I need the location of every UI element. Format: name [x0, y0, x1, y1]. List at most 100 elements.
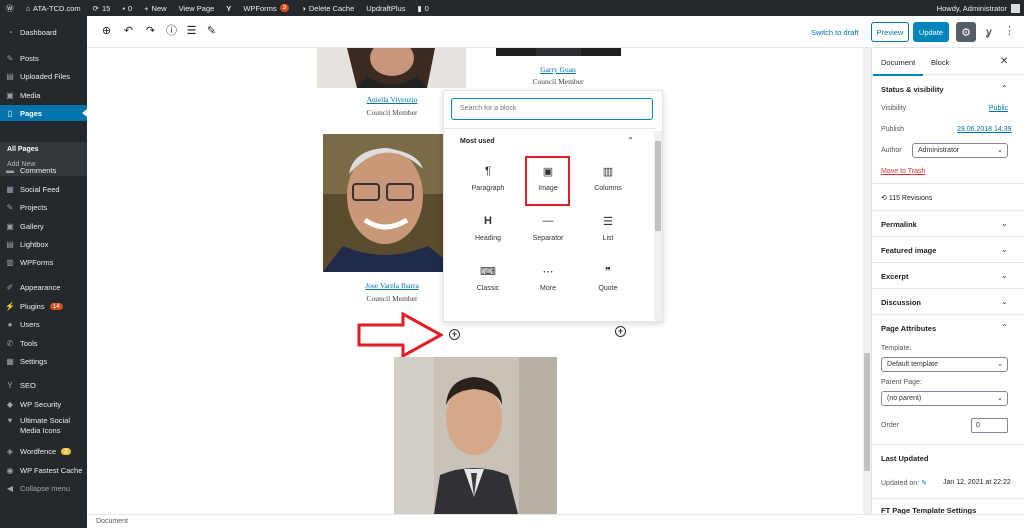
- permalink-heading[interactable]: Permalink: [881, 220, 917, 229]
- chevron-down-icon[interactable]: ⌄: [1001, 271, 1008, 280]
- info-icon[interactable]: ⓘ: [165, 25, 178, 38]
- block-separator[interactable]: — Separator: [518, 211, 578, 255]
- gallery-icon: ▣: [6, 221, 14, 231]
- menu-item-social-feed[interactable]: ▦ Social Feed: [0, 181, 87, 197]
- inserter-scrollbar[interactable]: [654, 131, 662, 321]
- updates-link[interactable]: ⟳ 15: [87, 0, 117, 16]
- view-page-link[interactable]: View Page: [173, 0, 221, 16]
- photo-new-member[interactable]: [394, 357, 557, 514]
- person-name-aniella[interactable]: Aniella Vivenzio: [347, 95, 437, 104]
- menu-item-seo[interactable]: Y SEO: [0, 377, 87, 393]
- menu-item-plugins[interactable]: ⚡ Plugins 14: [0, 298, 87, 314]
- switch-to-draft-button[interactable]: Switch to draft: [811, 28, 859, 37]
- revisions-link[interactable]: ⟲ 115 Revisions: [881, 194, 932, 202]
- menu-item-users[interactable]: ● Users: [0, 316, 87, 332]
- block-more[interactable]: ⋯ More: [518, 261, 578, 305]
- block-heading[interactable]: H Heading: [458, 211, 518, 255]
- menu-item-tools[interactable]: ✆ Tools: [0, 335, 87, 351]
- delete-cache-link[interactable]: ◑ Delete Cache: [295, 0, 360, 16]
- menu-item-ultimate-social[interactable]: ♥ Ultimate Social Media Icons: [0, 416, 87, 440]
- menu-item-wordfence[interactable]: ◈ Wordfence 2: [0, 443, 87, 459]
- block-paragraph[interactable]: ¶ Paragraph: [458, 161, 518, 205]
- more-options-button[interactable]: ⋮: [1004, 24, 1015, 40]
- block-search-input[interactable]: Search for a block: [451, 98, 653, 120]
- page-attributes-heading[interactable]: Page Attributes: [881, 324, 936, 333]
- photo-aniella[interactable]: [317, 48, 466, 88]
- menu-item-wpforms[interactable]: ▥ WPForms: [0, 254, 87, 270]
- block-quote[interactable]: ❞ Quote: [578, 261, 638, 305]
- featured-image-heading[interactable]: Featured image: [881, 246, 936, 255]
- chevron-down-icon[interactable]: ⌄: [1001, 219, 1008, 228]
- breadcrumb-document[interactable]: Document: [96, 518, 128, 525]
- template-select[interactable]: Default template ⌄: [881, 357, 1008, 372]
- account-menu[interactable]: Howdy, Administrator: [937, 0, 1020, 16]
- ft-page-template-heading[interactable]: FT Page Template Settings: [881, 506, 976, 514]
- menu-item-wp-security[interactable]: ◆ WP Security: [0, 396, 87, 412]
- add-block-icon[interactable]: ⊕: [100, 25, 113, 38]
- inserter-scroll-thumb[interactable]: [655, 141, 661, 231]
- wordpress-logo-button[interactable]: Ⓦ: [0, 0, 20, 16]
- menu-item-dashboard[interactable]: ◔ Dashboard: [0, 24, 87, 40]
- most-used-heading: Most used: [460, 138, 495, 145]
- canvas-scroll-thumb[interactable]: [864, 353, 870, 471]
- block-classic[interactable]: ⌨ Classic: [458, 261, 518, 305]
- close-icon[interactable]: ✕: [1000, 56, 1008, 67]
- menu-item-posts[interactable]: ✎ Posts: [0, 50, 87, 66]
- add-block-inline-button-right[interactable]: +: [615, 326, 626, 337]
- menu-item-media[interactable]: ▣ Media: [0, 87, 87, 103]
- order-input[interactable]: 0: [971, 418, 1008, 433]
- edit-pencil-icon[interactable]: ✎: [205, 25, 218, 38]
- menu-item-projects[interactable]: ✎ Projects: [0, 199, 87, 215]
- publish-date-link[interactable]: 29.06.2018 14:39: [957, 126, 1012, 133]
- person-name-garry[interactable]: Garry Guan: [522, 65, 594, 74]
- updraftplus-link[interactable]: UpdraftPlus: [360, 0, 411, 16]
- chevron-down-icon[interactable]: ⌄: [1001, 297, 1008, 306]
- tab-block[interactable]: Block: [931, 58, 949, 67]
- comments-icon: ▬: [6, 165, 14, 175]
- photo-garry[interactable]: [496, 48, 621, 56]
- chevron-up-icon[interactable]: ⌃: [1001, 323, 1008, 332]
- menu-item-lightbox[interactable]: ▤ Lightbox: [0, 236, 87, 252]
- notifications-link[interactable]: ▮ 0: [411, 0, 434, 16]
- last-updated-heading[interactable]: Last Updated: [881, 454, 929, 463]
- preview-button[interactable]: Preview: [871, 22, 909, 42]
- block-list[interactable]: ☰ List: [578, 211, 638, 255]
- yoast-link[interactable]: Y: [220, 0, 237, 16]
- outline-icon[interactable]: ☰: [185, 25, 198, 38]
- chevron-down-icon[interactable]: ⌄: [1001, 245, 1008, 254]
- menu-item-wp-fastest-cache[interactable]: ◉ WP Fastest Cache: [0, 462, 87, 478]
- move-to-trash-link[interactable]: Move to Trash: [881, 168, 925, 175]
- add-block-inline-button[interactable]: +: [449, 329, 460, 340]
- collapse-menu-button[interactable]: ◀ Collapse menu: [0, 480, 87, 496]
- parent-page-select[interactable]: (no parent) ⌄: [881, 391, 1008, 406]
- chevron-up-icon[interactable]: ⌃: [1001, 84, 1008, 93]
- person-name-jose[interactable]: Jose Varela Ibarra: [349, 281, 435, 290]
- status-visibility-heading[interactable]: Status & visibility: [881, 85, 944, 94]
- excerpt-heading[interactable]: Excerpt: [881, 272, 909, 281]
- edit-pencil-icon[interactable]: ✎: [921, 480, 927, 487]
- menu-item-comments[interactable]: ▬ Comments: [0, 162, 87, 178]
- submenu-all-pages[interactable]: All Pages: [7, 146, 39, 153]
- settings-gear-button[interactable]: ⚙: [956, 22, 976, 42]
- visibility-value-link[interactable]: Public: [989, 105, 1008, 112]
- menu-item-appearance[interactable]: ✐ Appearance: [0, 279, 87, 295]
- undo-icon[interactable]: ↶: [122, 25, 135, 38]
- block-columns[interactable]: ▥ Columns: [578, 161, 638, 205]
- menu-item-pages[interactable]: ▯ Pages: [0, 105, 87, 121]
- menu-item-uploaded-files[interactable]: ▤ Uploaded Files: [0, 68, 87, 84]
- menu-item-gallery[interactable]: ▣ Gallery: [0, 218, 87, 234]
- comments-link[interactable]: ▪ 0: [116, 0, 138, 16]
- site-name-link[interactable]: ⌂ ATA-TCD.com: [20, 0, 87, 16]
- redo-icon[interactable]: ↷: [144, 25, 157, 38]
- tab-document[interactable]: Document: [872, 58, 924, 76]
- update-button[interactable]: Update: [913, 22, 949, 42]
- author-select[interactable]: Administrator ⌄: [912, 143, 1008, 158]
- discussion-heading[interactable]: Discussion: [881, 298, 921, 307]
- canvas-scrollbar[interactable]: [863, 48, 871, 514]
- photo-jose[interactable]: [323, 134, 460, 272]
- menu-item-settings[interactable]: ▦ Settings: [0, 353, 87, 369]
- new-content-link[interactable]: + New: [138, 0, 172, 16]
- chevron-up-icon[interactable]: ⌃: [627, 136, 634, 145]
- wpforms-link[interactable]: WPForms 3: [237, 0, 295, 16]
- yoast-seo-button[interactable]: ỿ: [982, 24, 996, 40]
